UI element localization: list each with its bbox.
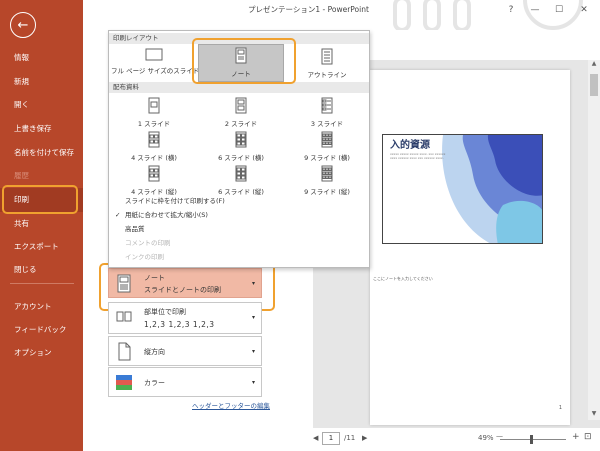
color-label: カラー xyxy=(144,379,165,387)
scroll-thumb[interactable] xyxy=(590,74,598,96)
slide-subtitle: xxxxx xxxxx xxxxx xxxx. xxx xxxxxx xxxx … xyxy=(390,152,446,160)
next-page-icon[interactable]: ▶ xyxy=(362,434,367,442)
handout-option-label: 6 スライド (横) xyxy=(218,154,264,162)
layout-option-label: フル ページ サイズのスライド xyxy=(111,67,200,75)
zoom-slider[interactable] xyxy=(500,439,566,440)
handout-option[interactable]: 9 スライド (縦) xyxy=(284,163,370,196)
close-button[interactable]: ✕ xyxy=(577,3,591,17)
handout-option[interactable]: 6 スライド (縦) xyxy=(198,163,284,196)
sidebar-item-open[interactable]: 開く xyxy=(0,95,83,115)
zoom-in-button[interactable]: + xyxy=(572,432,580,442)
zoom-level: 49% xyxy=(478,434,494,442)
handout-1-slide-icon xyxy=(148,97,160,114)
preview-page: 入的資源 xxxxx xxxxx xxxxx xxxx. xxx xxxxxx … xyxy=(370,70,570,425)
header-footer-link[interactable]: ヘッダーとフッターの編集 xyxy=(192,400,270,410)
menu-item-print-ink: インクの印刷 xyxy=(125,253,164,261)
handout-option-label: 3 スライド xyxy=(310,120,344,128)
chevron-down-icon: ▾ xyxy=(251,314,255,321)
handout-3-slides-icon xyxy=(321,97,333,114)
handout-option[interactable]: 2 スライド xyxy=(198,95,284,128)
handout-4-horizontal-icon xyxy=(148,131,160,148)
collate-name: 部単位で印刷 xyxy=(144,308,186,316)
handout-option[interactable]: 1 スライド xyxy=(111,95,197,128)
outline-page-icon xyxy=(321,48,333,65)
fit-page-icon[interactable]: ⊡ xyxy=(584,432,592,442)
page-number: 1 xyxy=(558,405,562,411)
handout-option-label: 4 スライド (横) xyxy=(131,154,177,162)
notes-option-highlight xyxy=(192,38,296,84)
menu-item-high-quality[interactable]: 高品質 xyxy=(109,224,369,235)
scroll-up-icon[interactable]: ▲ xyxy=(588,60,600,70)
collate-order: 1,2,3 1,2,3 1,2,3 xyxy=(144,320,215,329)
layout-option-full-page[interactable]: フル ページ サイズのスライド xyxy=(111,46,200,82)
sidebar-item-account[interactable]: アカウント xyxy=(0,297,83,317)
portrait-page-icon xyxy=(118,342,131,361)
handout-option-label: 2 スライド xyxy=(224,120,258,128)
sidebar-item-feedback[interactable]: フィードバック xyxy=(0,320,83,340)
handout-option-label: 9 スライド (横) xyxy=(304,154,350,162)
menu-item-print-comments: コメントの印刷 xyxy=(125,239,171,247)
maximize-button[interactable]: ☐ xyxy=(552,3,566,17)
handout-6-vertical-icon xyxy=(235,165,247,182)
slide-title: 入的資源 xyxy=(390,140,430,151)
chevron-down-icon: ▾ xyxy=(251,379,255,386)
color-palette-icon xyxy=(116,375,132,390)
layout-option-label: アウトライン xyxy=(307,71,347,79)
prev-page-icon[interactable]: ◀ xyxy=(313,434,318,442)
collate-select[interactable]: 部単位で印刷 1,2,3 1,2,3 1,2,3 ▾ xyxy=(108,302,262,334)
minimize-button[interactable]: — xyxy=(528,3,542,17)
handout-2-slides-icon xyxy=(235,97,247,114)
handout-6-horizontal-icon xyxy=(235,131,247,148)
handout-9-horizontal-icon xyxy=(321,131,333,148)
full-page-slide-icon xyxy=(145,48,163,61)
sidebar-item-history: 履歴 xyxy=(14,171,29,180)
orientation-label: 縦方向 xyxy=(144,348,165,356)
orientation-select[interactable]: 縦方向 ▾ xyxy=(108,336,262,366)
zoom-slider-thumb[interactable] xyxy=(530,435,533,444)
handout-option[interactable]: 4 スライド (横) xyxy=(111,129,197,162)
handout-option-label: 9 スライド (縦) xyxy=(304,188,350,196)
sidebar-item-export[interactable]: エクスポート xyxy=(0,237,83,257)
back-arrow-icon[interactable]: ← xyxy=(10,12,36,38)
sidebar-item-close[interactable]: 閉じる xyxy=(0,260,83,280)
menu-item-frame-slides[interactable]: スライドに枠を付けて印刷する(F) xyxy=(109,196,369,207)
sidebar-item-options[interactable]: オプション xyxy=(0,343,83,363)
menu-item-scale-to-fit[interactable]: ✓ 用紙に合わせて拡大/縮小(S) xyxy=(109,210,369,221)
handout-option[interactable]: 9 スライド (横) xyxy=(284,129,370,162)
collate-icon xyxy=(116,311,132,322)
handout-9-vertical-icon xyxy=(321,165,333,182)
handout-option-label: 4 スライド (縦) xyxy=(131,188,177,196)
sidebar-item-new[interactable]: 新規 xyxy=(0,72,83,92)
title-decoration xyxy=(383,0,600,30)
sidebar-divider xyxy=(10,283,74,284)
menu-item-label: 用紙に合わせて拡大/縮小(S) xyxy=(125,211,208,219)
checkmark-icon: ✓ xyxy=(115,211,121,219)
title-bar: プレゼンテーション1 - PowerPoint xyxy=(83,0,600,30)
layout-option-outline[interactable]: アウトライン xyxy=(284,46,370,82)
handout-option[interactable]: 6 スライド (横) xyxy=(198,129,284,162)
sidebar-item-info[interactable]: 情報 xyxy=(0,48,83,68)
sidebar-item-save[interactable]: 上書き保存 xyxy=(0,119,83,139)
handout-option[interactable]: 4 スライド (縦) xyxy=(111,163,197,196)
handout-option[interactable]: 3 スライド xyxy=(284,95,370,128)
print-nav-highlight xyxy=(2,185,78,214)
backstage-sidebar: ← 情報 新規 開く 上書き保存 名前を付けて保存 履歴 印刷 共有 エクスポー… xyxy=(0,0,83,451)
color-select[interactable]: カラー ▾ xyxy=(108,367,262,397)
sidebar-item-share[interactable]: 共有 xyxy=(0,214,83,234)
handout-4-vertical-icon xyxy=(148,165,160,182)
window-title: プレゼンテーション1 - PowerPoint xyxy=(248,5,369,14)
chevron-down-icon: ▾ xyxy=(251,348,255,355)
total-pages: /11 xyxy=(344,434,356,442)
handout-option-label: 6 スライド (縦) xyxy=(218,188,264,196)
notes-text: ここにノートを入力してください xyxy=(373,276,433,281)
handout-option-label: 1 スライド xyxy=(137,120,171,128)
page-number-input[interactable]: 1 xyxy=(322,432,340,445)
help-button[interactable]: ? xyxy=(504,3,518,17)
sidebar-item-save-as[interactable]: 名前を付けて保存 xyxy=(0,143,83,163)
scroll-down-icon[interactable]: ▼ xyxy=(588,410,600,420)
preview-scrollbar[interactable]: ▲ ▼ xyxy=(588,60,600,420)
